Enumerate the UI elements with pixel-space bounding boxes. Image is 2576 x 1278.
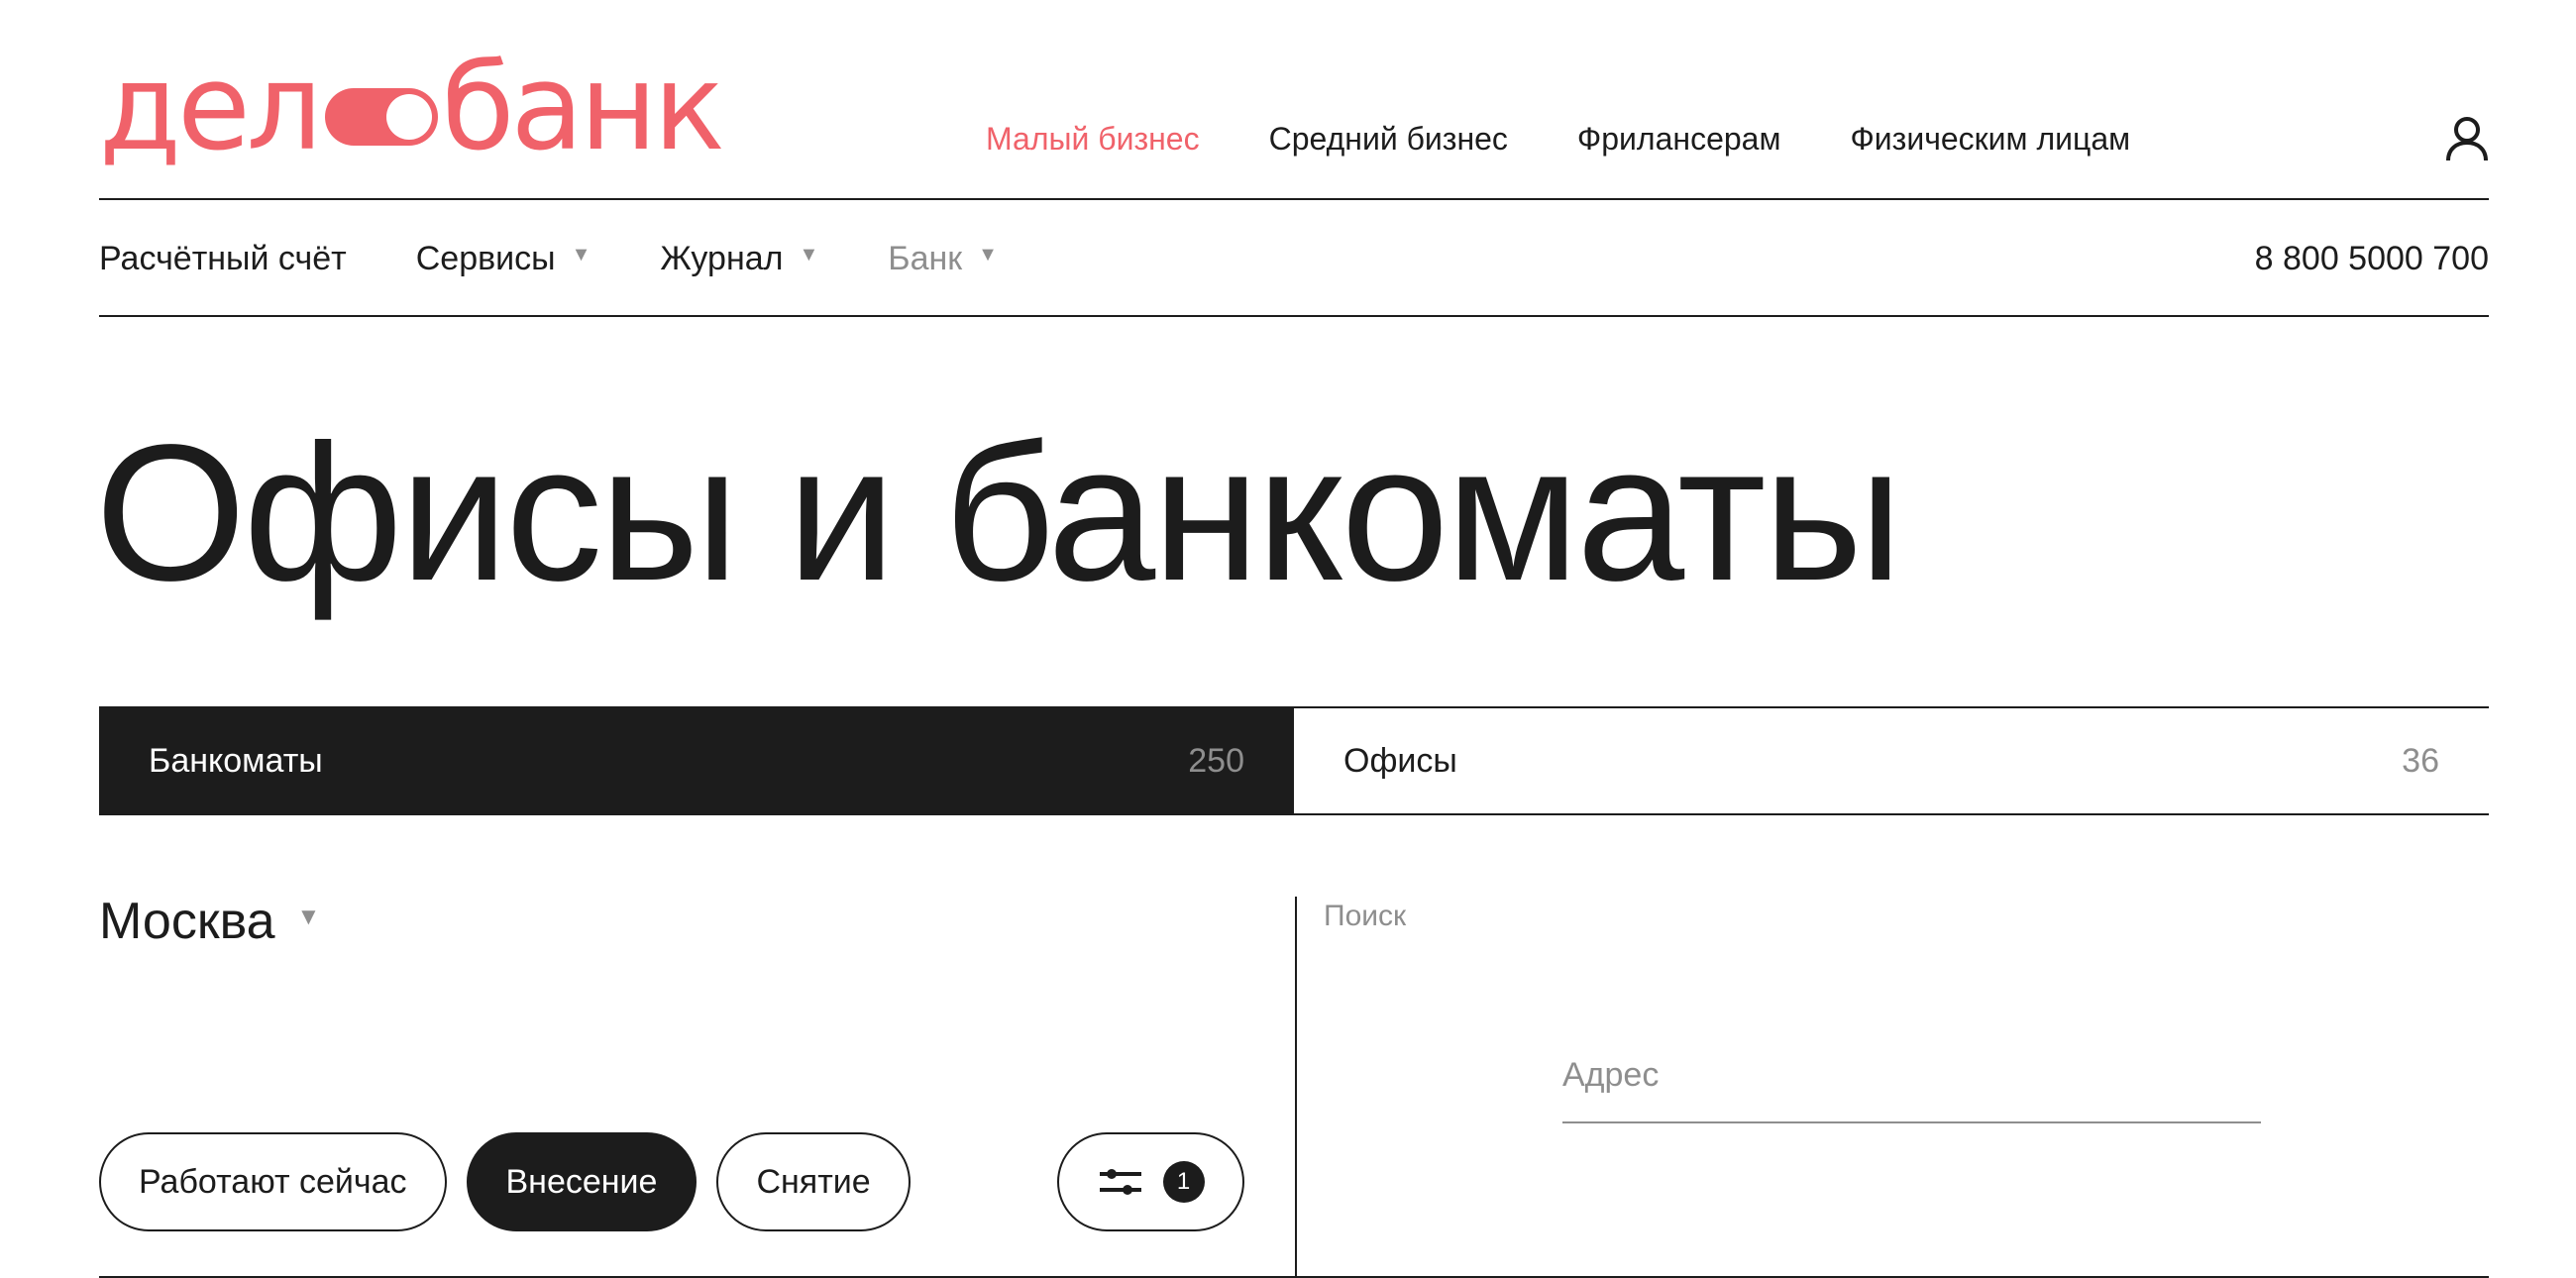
city-label: Москва [99, 893, 275, 950]
sub-nav-bank[interactable]: Банк ▼ [888, 240, 998, 278]
page-title: Офисы и банкоматы [95, 404, 1903, 621]
header-divider [99, 198, 2489, 200]
logo-toggle-icon [324, 88, 438, 146]
sub-nav: Расчётный счёт Сервисы ▼ Журнал ▼ Банк ▼ [99, 240, 1067, 278]
advanced-filters-button[interactable]: 1 [1057, 1132, 1244, 1231]
caret-down-icon: ▼ [571, 244, 591, 266]
phone-number[interactable]: 8 800 5000 700 [2255, 240, 2489, 278]
tab-offices-count: 36 [2402, 741, 2439, 780]
caret-down-icon: ▼ [799, 244, 819, 266]
tab-offices[interactable]: Офисы 36 [1294, 708, 2489, 813]
filter-count-badge: 1 [1162, 1161, 1205, 1203]
logo[interactable]: дел банк [99, 50, 725, 168]
location-tabs: Банкоматы 250 Офисы 36 [99, 706, 2489, 815]
tab-atms-label: Банкоматы [149, 741, 323, 780]
filter-withdrawal[interactable]: Снятие [716, 1132, 911, 1231]
caret-down-icon: ▼ [978, 244, 998, 266]
sub-nav-services-label: Сервисы [415, 240, 556, 277]
subnav-divider [99, 315, 2489, 317]
filter-open-now[interactable]: Работают сейчас [99, 1132, 447, 1231]
city-selector[interactable]: Москва ▼ [99, 892, 320, 951]
caret-down-icon: ▼ [296, 904, 321, 930]
sub-nav-account[interactable]: Расчётный счёт [99, 240, 347, 278]
top-nav-freelancers[interactable]: Фрилансерам [1577, 121, 1781, 158]
search-label: Поиск [1324, 900, 1407, 932]
tab-offices-label: Офисы [1343, 741, 1457, 780]
panel-divider [1295, 897, 1297, 1278]
tab-atms[interactable]: Банкоматы 250 [99, 708, 1294, 813]
top-nav: Малый бизнес Средний бизнес Фрилансерам … [986, 121, 2200, 158]
filter-deposit[interactable]: Внесение [466, 1132, 698, 1231]
filter-chips: Работают сейчас Внесение Снятие [99, 1132, 911, 1231]
top-nav-medium-business[interactable]: Средний бизнес [1269, 121, 1508, 158]
sub-nav-services[interactable]: Сервисы ▼ [416, 240, 591, 278]
tab-atms-count: 250 [1188, 741, 1244, 780]
address-input[interactable]: Адрес [1562, 1048, 2261, 1123]
sub-nav-bank-label: Банк [888, 240, 963, 277]
sliders-icon [1099, 1169, 1141, 1195]
user-icon[interactable] [2445, 115, 2489, 162]
sub-nav-journal-label: Журнал [660, 240, 784, 277]
top-nav-individuals[interactable]: Физическим лицам [1850, 121, 2130, 158]
sub-nav-journal[interactable]: Журнал ▼ [660, 240, 818, 278]
logo-text-left: дел [99, 40, 322, 177]
top-nav-small-business[interactable]: Малый бизнес [986, 121, 1200, 158]
sub-nav-account-label: Расчётный счёт [99, 240, 347, 277]
logo-wordmark: дел банк [99, 40, 725, 177]
logo-text-right: банк [441, 40, 725, 177]
